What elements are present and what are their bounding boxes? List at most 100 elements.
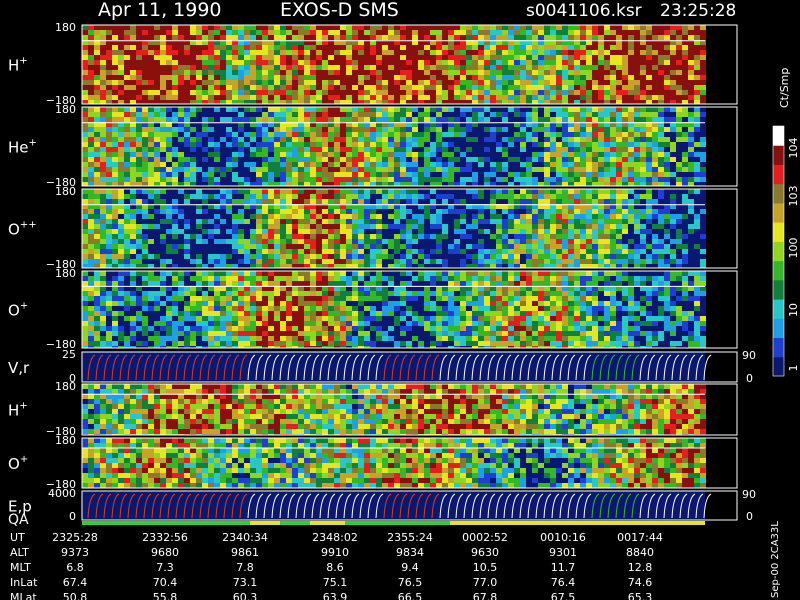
- heatmap-cell: [298, 142, 304, 147]
- heatmap-cell: [556, 254, 562, 259]
- heatmap-cell: [412, 25, 418, 30]
- heatmap-cell: [604, 177, 610, 182]
- heatmap-cell: [178, 137, 184, 142]
- heatmap-cell: [244, 234, 250, 239]
- heatmap-cell: [358, 244, 364, 249]
- heatmap-cell: [418, 137, 424, 142]
- heatmap-cell: [550, 35, 556, 40]
- heatmap-cell: [340, 249, 346, 254]
- heatmap-cell: [592, 60, 598, 65]
- heatmap-cell: [346, 35, 352, 40]
- heatmap-cell: [130, 157, 136, 162]
- heatmap-cell: [376, 209, 382, 214]
- heatmap-cell: [136, 182, 142, 186]
- heatmap-cell: [646, 25, 652, 30]
- heatmap-cell: [256, 137, 262, 142]
- heatmap-cell: [304, 107, 310, 112]
- heatmap-cell: [322, 112, 328, 117]
- heatmap-cell: [700, 107, 706, 112]
- heatmap-cell: [514, 107, 520, 112]
- heatmap-cell: [508, 177, 514, 182]
- heatmap-cell: [184, 239, 190, 244]
- heatmap-cell: [652, 90, 658, 95]
- heatmap-cell: [442, 182, 448, 186]
- heatmap-cell: [376, 224, 382, 229]
- heatmap-cell: [658, 132, 664, 137]
- heatmap-cell: [580, 244, 586, 249]
- heatmap-cell: [454, 142, 460, 147]
- heatmap-cell: [346, 167, 352, 172]
- heatmap-cell: [538, 75, 544, 80]
- heatmap-cell: [142, 219, 148, 224]
- heatmap-cell: [268, 259, 274, 264]
- heatmap-cell: [292, 127, 298, 132]
- heatmap-cell: [670, 25, 676, 30]
- heatmap-cell: [286, 50, 292, 55]
- heatmap-cell: [136, 112, 142, 117]
- heatmap-cell: [538, 60, 544, 65]
- heatmap-cell: [490, 177, 496, 182]
- heatmap-cell: [262, 132, 268, 137]
- heatmap-cell: [340, 132, 346, 137]
- heatmap-cell: [694, 127, 700, 132]
- heatmap-cell: [184, 137, 190, 142]
- heatmap-cell: [388, 45, 394, 50]
- heatmap-cell: [448, 177, 454, 182]
- heatmap-cell: [676, 85, 682, 90]
- heatmap-cell: [700, 65, 706, 70]
- heatmap-cell: [574, 189, 580, 194]
- heatmap-cell: [664, 80, 670, 85]
- heatmap-cell: [454, 167, 460, 172]
- heatmap-cell: [364, 117, 370, 122]
- heatmap-cell: [250, 45, 256, 50]
- heatmap-cell: [232, 189, 238, 194]
- heatmap-cell: [700, 177, 706, 182]
- heatmap-cell: [148, 107, 154, 112]
- heatmap-cell: [484, 259, 490, 264]
- heatmap-cell: [466, 259, 472, 264]
- heatmap-cell: [646, 244, 652, 249]
- heatmap-cell: [346, 95, 352, 100]
- heatmap-cell: [226, 85, 232, 90]
- heatmap-cell: [148, 162, 154, 167]
- heatmap-cell: [292, 177, 298, 182]
- heatmap-cell: [520, 189, 526, 194]
- heatmap-cell: [496, 157, 502, 162]
- heatmap-cell: [568, 209, 574, 214]
- heatmap-cell: [124, 214, 130, 219]
- heatmap-cell: [100, 107, 106, 112]
- heatmap-cell: [478, 244, 484, 249]
- heatmap-cell: [688, 209, 694, 214]
- heatmap-cell: [556, 142, 562, 147]
- heatmap-cell: [460, 249, 466, 254]
- heatmap-cell: [232, 95, 238, 100]
- heatmap-cell: [226, 177, 232, 182]
- heatmap-cell: [412, 239, 418, 244]
- heatmap-cell: [124, 142, 130, 147]
- heatmap-cell: [352, 75, 358, 80]
- heatmap-cell: [598, 95, 604, 100]
- heatmap-cell: [100, 100, 106, 104]
- heatmap-cell: [352, 214, 358, 219]
- heatmap-cell: [490, 259, 496, 264]
- heatmap-cell: [436, 239, 442, 244]
- heatmap-cell: [430, 214, 436, 219]
- heatmap-cell: [634, 214, 640, 219]
- heatmap-cell: [268, 229, 274, 234]
- heatmap-cell: [664, 177, 670, 182]
- heatmap-cell: [106, 189, 112, 194]
- heatmap-cell: [142, 70, 148, 75]
- heatmap-cell: [682, 117, 688, 122]
- heatmap-cell: [382, 35, 388, 40]
- heatmap-cell: [370, 90, 376, 95]
- heatmap-cell: [526, 157, 532, 162]
- heatmap-cell: [640, 85, 646, 90]
- heatmap-cell: [106, 162, 112, 167]
- heatmap-cell: [700, 100, 706, 104]
- heatmap-cell: [646, 50, 652, 55]
- heatmap-cell: [364, 70, 370, 75]
- heatmap-cell: [310, 112, 316, 117]
- heatmap-cell: [184, 209, 190, 214]
- heatmap-cell: [358, 25, 364, 30]
- heatmap-cell: [538, 209, 544, 214]
